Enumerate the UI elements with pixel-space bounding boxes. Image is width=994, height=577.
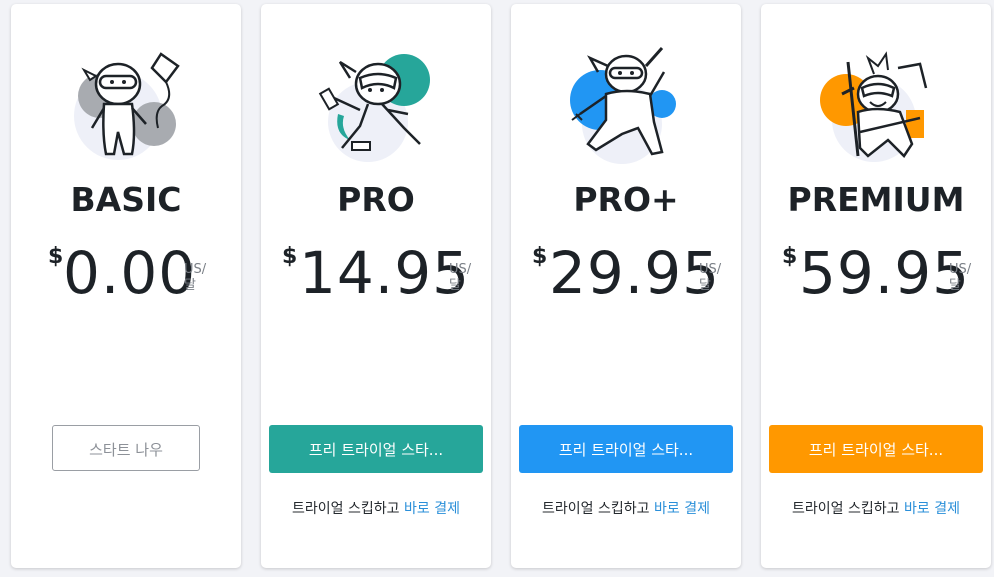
pay-now-link[interactable]: 바로 결제	[404, 501, 460, 517]
price: $ 0.00 US/ 달	[11, 238, 241, 308]
price-unit: US/ 달	[184, 262, 214, 294]
price: $ 29.95 US/ 달	[511, 238, 741, 308]
price-amount: 59.95	[799, 239, 971, 307]
plan-card-basic: BASIC $ 0.00 US/ 달 스타트 나우	[11, 4, 241, 568]
unit-top: US/	[184, 262, 207, 277]
unit-bottom: 달	[949, 278, 961, 293]
plan-name: PRO+	[573, 180, 679, 219]
skip-trial-row: 트라이얼 스킵하고 바로 결제	[761, 498, 991, 518]
plan-name: PRO	[337, 180, 415, 219]
free-trial-button[interactable]: 프리 트라이얼 스타...	[519, 425, 733, 473]
price-amount: 29.95	[549, 239, 721, 307]
skip-trial-text: 트라이얼 스킵하고	[292, 501, 400, 517]
price-unit: US/ 달	[949, 262, 979, 294]
unit-bottom: 달	[449, 278, 461, 293]
start-now-button[interactable]: 스타트 나우	[52, 425, 200, 471]
unit-top: US/	[449, 262, 472, 277]
currency-symbol: $	[532, 244, 548, 269]
currency-symbol: $	[282, 244, 298, 269]
ninja-sword-icon	[570, 47, 676, 164]
skip-trial-row: 트라이얼 스킵하고 바로 결제	[261, 498, 491, 518]
price-unit: US/ 달	[699, 262, 729, 294]
currency-symbol: $	[48, 244, 64, 269]
plan-name: BASIC	[70, 180, 182, 219]
unit-bottom: 달	[699, 278, 711, 293]
skip-trial-text: 트라이얼 스킵하고	[792, 501, 900, 517]
skip-trial-text: 트라이얼 스킵하고	[542, 501, 650, 517]
unit-bottom: 달	[184, 278, 196, 293]
price-unit: US/ 달	[449, 262, 479, 294]
skip-trial-row: 트라이얼 스킵하고 바로 결제	[511, 498, 741, 518]
free-trial-button[interactable]: 프리 트라이얼 스타...	[269, 425, 483, 473]
pay-now-link[interactable]: 바로 결제	[904, 501, 960, 517]
ninja-with-kite-icon	[74, 52, 180, 160]
plan-name: PREMIUM	[787, 180, 965, 219]
unit-top: US/	[949, 262, 972, 277]
unit-top: US/	[699, 262, 722, 277]
plan-card-pro-plus: PRO+ $ 29.95 US/ 달 프리 트라이얼 스타... 트라이얼 스킵…	[511, 4, 741, 568]
price: $ 59.95 US/ 달	[761, 238, 991, 308]
ninja-master-icon	[820, 51, 928, 162]
pay-now-link[interactable]: 바로 결제	[654, 501, 710, 517]
price: $ 14.95 US/ 달	[261, 238, 491, 308]
plan-card-premium: PREMIUM $ 59.95 US/ 달 프리 트라이얼 스타... 트라이얼…	[761, 4, 991, 568]
price-amount: 14.95	[299, 239, 471, 307]
price-amount: 0.00	[63, 239, 197, 307]
ninja-nunchaku-icon	[318, 54, 430, 162]
currency-symbol: $	[782, 244, 798, 269]
pricing-page: BASIC $ 0.00 US/ 달 스타트 나우 PRO $ 14.95 US…	[0, 0, 994, 577]
free-trial-button[interactable]: 프리 트라이얼 스타...	[769, 425, 983, 473]
plan-card-pro: PRO $ 14.95 US/ 달 프리 트라이얼 스타... 트라이얼 스킵하…	[261, 4, 491, 568]
